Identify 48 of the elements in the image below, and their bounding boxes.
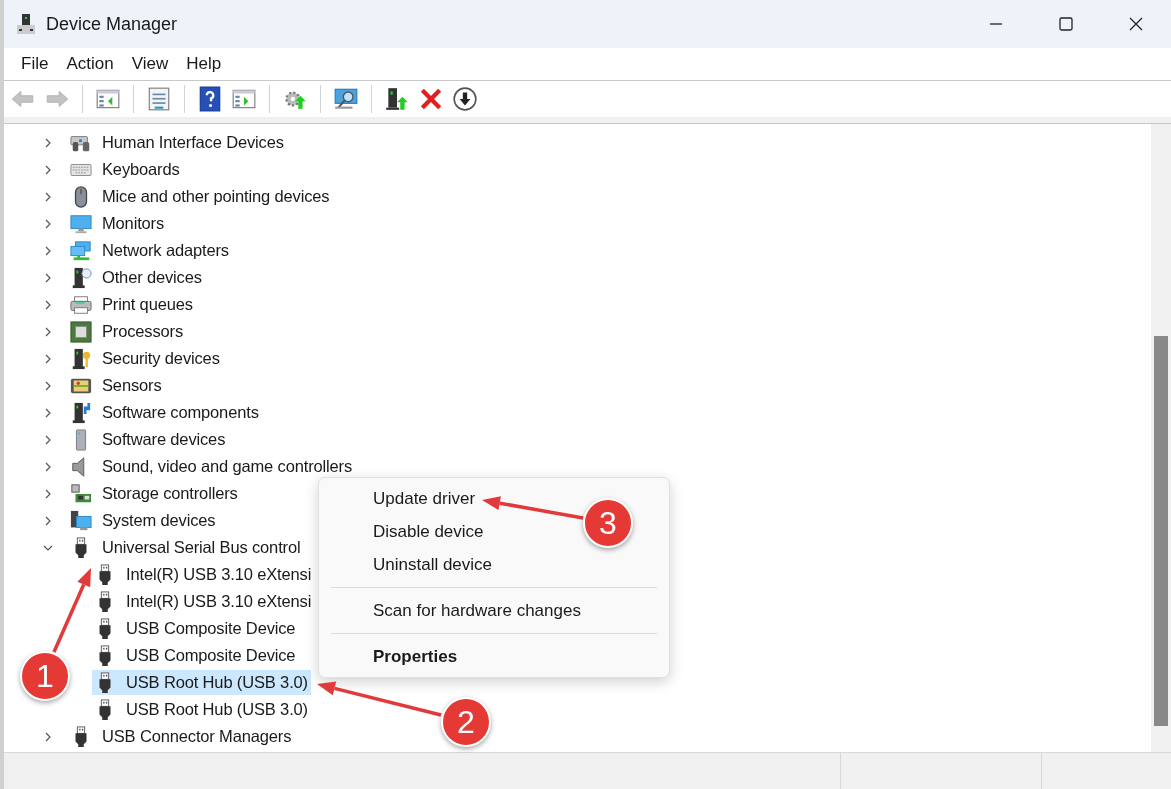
- tree-item[interactable]: Processors: [68, 319, 187, 344]
- tree-item[interactable]: USB Composite Device: [92, 616, 299, 641]
- tree-item[interactable]: Keyboards: [68, 157, 183, 182]
- tree-item[interactable]: Software components: [68, 400, 262, 425]
- computer-icon: [70, 509, 92, 532]
- tree-item[interactable]: USB Root Hub (USB 3.0): [92, 670, 311, 695]
- device-icon: [16, 13, 36, 35]
- menu-item[interactable]: File: [13, 51, 57, 77]
- tree-item[interactable]: Monitors: [68, 211, 168, 236]
- tree-item[interactable]: Sensors: [68, 373, 165, 398]
- context-menu-item[interactable]: Properties: [319, 640, 466, 673]
- step-number-marker: 2: [441, 697, 491, 747]
- context-menu-item[interactable]: Uninstall device: [319, 548, 501, 581]
- tower-icon: [70, 266, 92, 289]
- tree-item[interactable]: Universal Serial Bus control: [68, 535, 304, 560]
- tree-item[interactable]: Network adapters: [68, 238, 232, 263]
- maximize-icon[interactable]: [1058, 16, 1074, 32]
- tree-item[interactable]: Security devices: [68, 346, 223, 371]
- printer-icon: [70, 293, 92, 316]
- tree-item[interactable]: Print queues: [68, 292, 196, 317]
- tree-item[interactable]: Intel(R) USB 3.10 eXtensi: [92, 562, 315, 587]
- network-icon: [70, 239, 92, 262]
- menu-item[interactable]: View: [123, 51, 177, 77]
- tree-item[interactable]: USB Root Hub (USB 3.0): [92, 697, 311, 722]
- tower-icon: [70, 401, 92, 424]
- tower-key-icon: [70, 347, 92, 370]
- window-title: Device Manager: [46, 13, 178, 35]
- context-menu-item[interactable]: Disable device: [319, 515, 492, 548]
- scrollbar-thumb[interactable]: [1154, 336, 1168, 726]
- menu-item[interactable]: Help: [178, 51, 230, 77]
- tree-item[interactable]: Other devices: [68, 265, 205, 290]
- context-menu-item[interactable]: Update driver: [319, 482, 484, 515]
- tree-item[interactable]: Mice and other pointing devices: [68, 184, 333, 209]
- tree-item[interactable]: USB Composite Device: [92, 643, 299, 668]
- context-menu-item[interactable]: Scan for hardware changes: [319, 594, 589, 627]
- tree-item[interactable]: Software devices: [68, 427, 229, 452]
- tree-item[interactable]: Storage controllers: [68, 481, 241, 506]
- tree-item[interactable]: USB Connector Managers: [68, 724, 295, 749]
- chip-icon: [70, 320, 92, 343]
- close-icon[interactable]: [1128, 16, 1144, 32]
- tree-item[interactable]: Intel(R) USB 3.10 eXtensi: [92, 589, 315, 614]
- tree-item[interactable]: Sound, video and game controllers: [68, 454, 356, 479]
- tree-item[interactable]: Human Interface Devices: [68, 130, 287, 155]
- monitor-icon: [70, 212, 92, 235]
- storage-icon: [70, 482, 92, 505]
- step-number-marker: 1: [20, 651, 70, 701]
- menu-item[interactable]: Action: [58, 51, 122, 77]
- tree-item[interactable]: System devices: [68, 508, 219, 533]
